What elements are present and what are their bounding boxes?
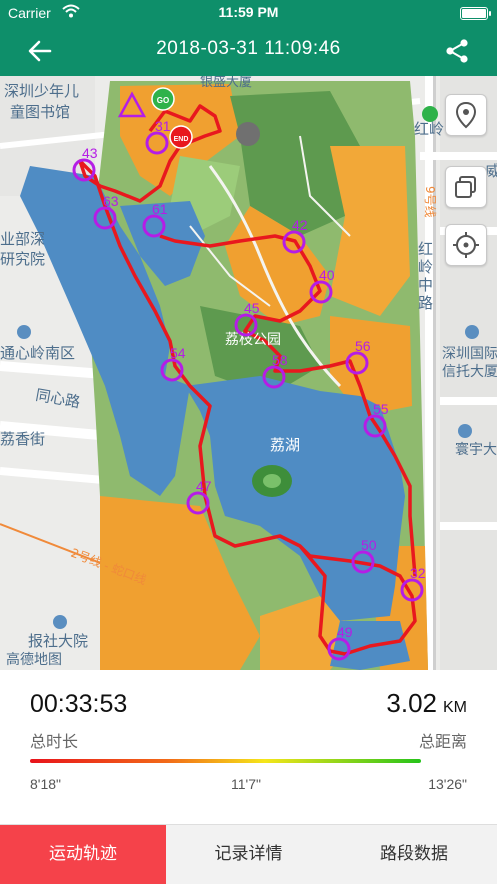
tab-segment-data[interactable]: 路段数据 bbox=[331, 825, 497, 884]
poi-trust-2: 信托大厦 bbox=[442, 364, 497, 380]
landmark-icon bbox=[236, 122, 260, 146]
svg-text:END: END bbox=[174, 136, 189, 143]
metro-station-icon bbox=[422, 106, 438, 122]
km-marker-label: 31 bbox=[155, 118, 171, 134]
building-icon bbox=[53, 615, 67, 629]
poi-park: 荔枝公园 bbox=[225, 332, 281, 348]
km-marker-label: 50 bbox=[361, 537, 377, 553]
poi-xinling: 通心岭南区 bbox=[0, 344, 75, 362]
poi-huanyu: 寰宇大 bbox=[455, 442, 497, 458]
poi-hongling: 红岭 bbox=[414, 120, 444, 138]
bottom-tab-bar: 运动轨迹 记录详情 路段数据 bbox=[0, 824, 497, 884]
poi-line9: 9号线 bbox=[423, 186, 437, 218]
distance-unit: KM bbox=[443, 699, 467, 716]
stats-panel: 00:33:53 总时长 3.02 KM 总距离 8'18" 11'7" 13'2… bbox=[0, 670, 497, 824]
poi-baoshe: 报社大院 bbox=[28, 632, 88, 650]
pace-max: 13'26" bbox=[428, 776, 467, 792]
svg-text:岭: 岭 bbox=[418, 258, 433, 276]
locate-me-button[interactable] bbox=[445, 224, 487, 266]
map-canvas: 深圳少年儿 童图书馆 银盛大厦 业部深 研究院 红岭 红 岭 中 路 威 9号线… bbox=[0, 76, 497, 670]
km-marker-label: 55 bbox=[373, 401, 389, 417]
svg-text:GO: GO bbox=[157, 96, 169, 105]
distance-number: 3.02 bbox=[386, 688, 437, 718]
status-bar: Carrier 11:59 PM bbox=[0, 0, 497, 26]
status-time: 11:59 PM bbox=[218, 4, 279, 20]
svg-text:路: 路 bbox=[418, 294, 433, 312]
start-marker[interactable]: GO bbox=[151, 87, 175, 111]
km-marker-label: 61 bbox=[152, 201, 168, 217]
nav-bar: 2018-03-31 11:09:46 bbox=[0, 26, 497, 76]
building-icon bbox=[465, 325, 479, 339]
poi-lixiang: 荔香街 bbox=[0, 430, 45, 448]
tab-route[interactable]: 运动轨迹 bbox=[0, 825, 166, 884]
km-marker-label: 54 bbox=[170, 345, 186, 361]
building-icon bbox=[17, 325, 31, 339]
share-icon[interactable] bbox=[443, 37, 471, 65]
km-marker-label: 58 bbox=[272, 352, 288, 368]
duration-value: 00:33:53 bbox=[30, 690, 128, 718]
page-title: 2018-03-31 11:09:46 bbox=[156, 38, 341, 59]
km-marker-label: 63 bbox=[103, 193, 119, 209]
poi-lake: 荔湖 bbox=[270, 436, 300, 454]
layers-icon bbox=[455, 176, 476, 198]
km-marker-label: 45 bbox=[244, 300, 260, 316]
pace-mid: 11'7" bbox=[231, 776, 261, 792]
pace-min: 8'18" bbox=[30, 776, 62, 792]
km-marker-label: 32 bbox=[410, 565, 426, 581]
tab-record-details[interactable]: 记录详情 bbox=[166, 825, 331, 884]
poi-library-2: 童图书馆 bbox=[10, 103, 70, 121]
route-map[interactable]: 深圳少年儿 童图书馆 银盛大厦 业部深 研究院 红岭 红 岭 中 路 威 9号线… bbox=[0, 76, 497, 670]
poi-building-top: 银盛大厦 bbox=[200, 76, 252, 90]
location-pin-button[interactable] bbox=[445, 94, 487, 136]
km-marker-label: 49 bbox=[337, 624, 353, 640]
km-marker-label: 40 bbox=[319, 267, 335, 283]
location-pin-icon bbox=[455, 101, 477, 129]
poi-trust: 深圳国际 bbox=[442, 346, 497, 362]
km-marker-label: 47 bbox=[196, 478, 212, 494]
distance-label: 总距离 bbox=[418, 732, 467, 751]
km-marker-label: 42 bbox=[292, 217, 308, 233]
pace-gradient-bar bbox=[30, 759, 421, 763]
svg-text:中: 中 bbox=[418, 276, 433, 294]
poi-gaode: 高德地图 bbox=[6, 651, 62, 668]
duration-label: 总时长 bbox=[30, 732, 79, 751]
poi-dept-2: 研究院 bbox=[0, 250, 45, 268]
crosshair-icon bbox=[453, 232, 479, 258]
km-marker-label: 43 bbox=[82, 145, 98, 161]
distance-value: 3.02 KM bbox=[386, 688, 467, 719]
poi-library: 深圳少年儿 bbox=[4, 82, 79, 100]
poi-hongling-road: 红 岭 中 路 bbox=[418, 240, 433, 312]
map-layers-button[interactable] bbox=[445, 166, 487, 208]
end-marker[interactable]: END bbox=[169, 125, 193, 149]
km-marker-label: 56 bbox=[355, 338, 371, 354]
battery-icon bbox=[460, 7, 491, 20]
building-icon bbox=[458, 424, 472, 438]
poi-dept: 业部深 bbox=[0, 230, 45, 248]
svg-text:红: 红 bbox=[418, 240, 433, 258]
